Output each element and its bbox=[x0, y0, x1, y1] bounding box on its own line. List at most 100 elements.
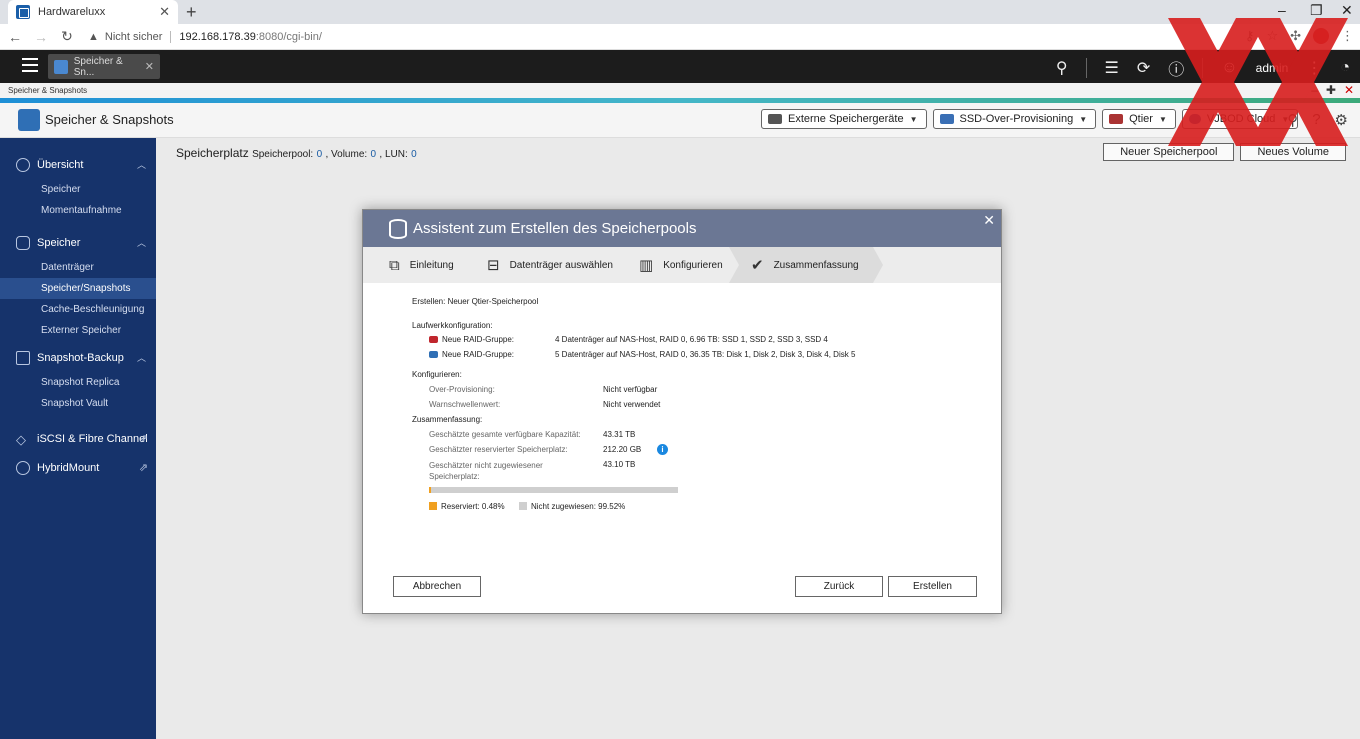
sidebar-item-speicher-overview[interactable]: Speicher bbox=[0, 179, 156, 200]
sidebar-group-hybridmount[interactable]: HybridMount ⇗ bbox=[0, 453, 156, 482]
capacity-progress-bar bbox=[429, 487, 678, 493]
step-konfigurieren: ▥ Konfigurieren bbox=[639, 247, 723, 283]
capacity-value: 43.31 TB bbox=[603, 430, 636, 439]
app-tab-label: Speicher & Sn... bbox=[73, 55, 123, 78]
qtier-dropdown[interactable]: Qtier ▼ bbox=[1102, 109, 1176, 129]
user-icon[interactable]: ☺ bbox=[1221, 59, 1237, 77]
raid-group-row: Neue RAID-Gruppe: bbox=[429, 350, 514, 359]
step-label: Einleitung bbox=[409, 259, 454, 271]
sidebar-item-snapshot-vault[interactable]: Snapshot Vault bbox=[0, 393, 156, 414]
sidebar-item-speicher-snapshots[interactable]: Speicher/Snapshots bbox=[0, 278, 156, 299]
warning-triangle-icon: ▲ bbox=[88, 30, 99, 43]
back-arrow-icon[interactable]: ← bbox=[4, 29, 26, 45]
ssd-over-provisioning-dropdown[interactable]: SSD-Over-Provisioning ▼ bbox=[932, 109, 1097, 129]
dropdown-label: SSD-Over-Provisioning bbox=[959, 113, 1074, 125]
check-circle-icon: ✔ bbox=[751, 257, 764, 274]
raid-group-label: Neue RAID-Gruppe: bbox=[442, 350, 515, 359]
raid-group-blue-icon bbox=[429, 351, 438, 358]
browser-tab[interactable]: Hardwareluxx ✕ bbox=[8, 0, 178, 24]
chevron-up-icon: ︿ bbox=[136, 353, 146, 363]
browser-actions: ⚷ ☆ ✣ ⋮ bbox=[1245, 28, 1354, 44]
sidebar-item-snapshot-replica[interactable]: Snapshot Replica bbox=[0, 372, 156, 393]
sidebar-item-datentraeger[interactable]: Datenträger bbox=[0, 257, 156, 278]
menu-dots-icon[interactable]: ⋮ bbox=[1341, 28, 1354, 44]
key-icon[interactable]: ⚷ bbox=[1245, 28, 1255, 44]
help-icon[interactable]: ? bbox=[1312, 111, 1320, 129]
sidebar: Übersicht ︿ Speicher Momentaufnahme Speic… bbox=[0, 138, 156, 739]
raid-group-label: Neue RAID-Gruppe: bbox=[442, 335, 515, 344]
over-provisioning-value: Nicht verfügbar bbox=[603, 385, 658, 394]
sidebar-item-momentaufnahme[interactable]: Momentaufnahme bbox=[0, 200, 156, 221]
external-storage-dropdown[interactable]: Externe Speichergeräte ▼ bbox=[761, 109, 927, 129]
capacity-label: Geschätzte gesamte verfügbare Kapazität: bbox=[429, 430, 581, 439]
profile-avatar-icon[interactable] bbox=[1313, 28, 1329, 44]
browser-tabstrip: Hardwareluxx ✕ + – ❐ ✕ bbox=[0, 0, 1360, 24]
threshold-label: Warnschwellenwert: bbox=[429, 400, 501, 409]
sidebar-item-cache-beschleunigung[interactable]: Cache-Beschleunigung bbox=[0, 299, 156, 320]
intro-icon: ⧉ bbox=[389, 256, 400, 274]
sidebar-group-storage[interactable]: Speicher ︿ bbox=[0, 228, 156, 257]
sidebar-group-iscsi[interactable]: ◇ iSCSI & Fibre Channel ⇗ bbox=[0, 424, 156, 453]
legend-swatch-unassigned bbox=[519, 502, 527, 510]
threshold-value: Nicht verwendet bbox=[603, 400, 661, 409]
tasks-stack-icon[interactable]: ☰ bbox=[1105, 58, 1119, 78]
back-button[interactable]: Zurück bbox=[795, 576, 883, 597]
caret-down-icon: ▼ bbox=[1158, 114, 1167, 124]
info-icon[interactable]: i bbox=[657, 444, 668, 455]
dropdown-label: Qtier bbox=[1129, 113, 1153, 125]
sidebar-item-externer-speicher[interactable]: Externer Speicher bbox=[0, 320, 156, 341]
over-provisioning-label: Over-Provisioning: bbox=[429, 385, 495, 394]
new-tab-button[interactable]: + bbox=[186, 2, 197, 23]
more-dots-icon[interactable]: ⋮ bbox=[1306, 58, 1322, 78]
gear-icon[interactable]: ⚙ bbox=[1335, 111, 1348, 129]
storage-pool-icon bbox=[389, 218, 407, 239]
hamburger-menu-icon[interactable] bbox=[22, 58, 38, 76]
app-header: Speicher & Snapshots Externe Speicherger… bbox=[0, 103, 1360, 138]
url-path: :8080/cgi-bin/ bbox=[255, 30, 322, 43]
divider bbox=[1202, 58, 1204, 78]
maximize-window-icon[interactable]: ❐ bbox=[1310, 2, 1323, 19]
search-icon[interactable]: ⚲ bbox=[1056, 58, 1068, 78]
sidebar-group-snapshot-backup[interactable]: Snapshot-Backup ︿ bbox=[0, 343, 156, 372]
window-maximize-icon[interactable]: ✚ bbox=[1326, 83, 1336, 98]
close-icon[interactable]: ✕ bbox=[983, 212, 995, 229]
create-button[interactable]: Erstellen bbox=[888, 576, 977, 597]
close-window-icon[interactable]: ✕ bbox=[1341, 2, 1353, 19]
star-icon[interactable]: ☆ bbox=[1266, 28, 1278, 44]
dashboard-gauge-icon[interactable]: ◔ bbox=[1340, 59, 1350, 77]
chevron-up-icon: ︿ bbox=[136, 238, 146, 248]
external-drive-icon bbox=[768, 114, 782, 124]
dropdown-label: VJBOD Cloud bbox=[1206, 113, 1276, 125]
window-close-icon[interactable]: ✕ bbox=[1344, 83, 1354, 98]
reload-icon[interactable]: ↻ bbox=[56, 28, 78, 45]
hardwareluxx-favicon-icon bbox=[16, 5, 30, 19]
minimize-window-icon[interactable]: – bbox=[1278, 2, 1286, 18]
wizard-steps: ⧉ Einleitung ⊟ Datenträger auswählen ▥ Konf… bbox=[363, 247, 1001, 283]
drive-config-title: Laufwerkkonfiguration: bbox=[412, 321, 493, 330]
cancel-button[interactable]: Abbrechen bbox=[393, 576, 481, 597]
unassigned-label: Geschätzter nicht zugewiesener Speicherp… bbox=[429, 461, 543, 481]
step-label: Konfigurieren bbox=[663, 259, 723, 271]
sidebar-group-overview[interactable]: Übersicht ︿ bbox=[0, 150, 156, 179]
sync-icon[interactable]: ⟳ bbox=[1137, 58, 1150, 78]
window-controls: – ✚ ✕ bbox=[1311, 83, 1354, 98]
summary-title: Zusammenfassung: bbox=[412, 415, 483, 424]
sidebar-group-label: iSCSI & Fibre Channel bbox=[37, 432, 148, 445]
url-field[interactable]: ▲ Nicht sicher 192.168.178.39:8080/cgi-b… bbox=[88, 30, 322, 43]
extension-icon[interactable]: ✣ bbox=[1290, 28, 1301, 44]
create-storage-pool-wizard: Assistent zum Erstellen des Speicherpool… bbox=[362, 209, 1002, 614]
close-tab-icon[interactable]: ✕ bbox=[159, 4, 170, 20]
unassigned-value: 43.10 TB bbox=[603, 460, 636, 469]
app-tab-close-icon[interactable]: ✕ bbox=[145, 60, 154, 73]
forward-arrow-icon[interactable]: → bbox=[30, 29, 52, 45]
user-name[interactable]: admin bbox=[1256, 61, 1289, 75]
url-host: 192.168.178.39 bbox=[179, 30, 256, 43]
window-minimize-icon[interactable]: – bbox=[1311, 83, 1318, 98]
raid-group-row: Neue RAID-Gruppe: bbox=[429, 335, 514, 344]
info-icon[interactable]: ⓘ bbox=[1168, 56, 1184, 80]
window-title: Speicher & Snapshots bbox=[8, 86, 88, 95]
vjbod-cloud-dropdown[interactable]: VJBOD Cloud ▼ bbox=[1181, 109, 1299, 129]
app-taskbar-tab[interactable]: Speicher & Sn... ✕ bbox=[48, 54, 160, 79]
iscsi-arrow-icon: ◇ bbox=[16, 431, 26, 447]
search-storage-icon[interactable]: ⚲ bbox=[1287, 111, 1298, 129]
